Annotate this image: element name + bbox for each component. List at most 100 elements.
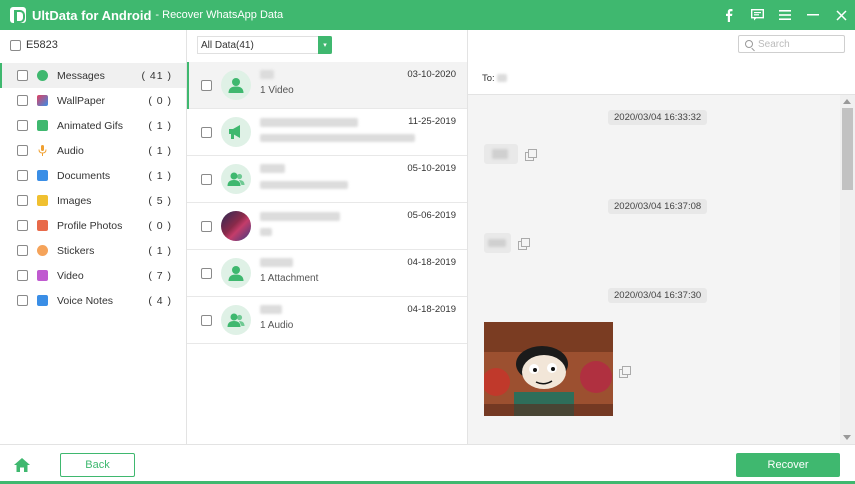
category-checkbox[interactable]: [17, 70, 28, 81]
category-checkbox[interactable]: [17, 95, 28, 106]
filter-select[interactable]: All Data(41) ▾: [197, 36, 332, 54]
recover-button[interactable]: Recover: [736, 453, 840, 477]
category-label: Profile Photos: [57, 219, 123, 232]
window-controls: [715, 0, 855, 30]
minimize-icon[interactable]: [799, 0, 827, 30]
conversation-item[interactable]: 11-25-2019: [187, 109, 467, 156]
category-count: ( 0 ): [148, 219, 172, 232]
conversation-date: 04-18-2019: [407, 304, 456, 315]
category-item-stickers[interactable]: Stickers ( 1 ): [0, 238, 186, 263]
scroll-down-icon[interactable]: [843, 435, 851, 440]
sticker-icon: [37, 245, 48, 256]
copy-icon[interactable]: [525, 149, 537, 161]
conversation-subtitle: 1 Attachment: [260, 273, 319, 284]
conversation-checkbox[interactable]: [201, 80, 212, 91]
feedback-icon[interactable]: [743, 0, 771, 30]
group-icon: [221, 305, 251, 335]
category-item-documents[interactable]: Documents ( 1 ): [0, 163, 186, 188]
message-bubble[interactable]: [484, 144, 518, 164]
category-item-wallpaper[interactable]: WallPaper ( 0 ): [0, 88, 186, 113]
search-placeholder: Search: [758, 38, 790, 50]
contact-icon: [221, 70, 251, 100]
conversation-checkbox[interactable]: [201, 268, 212, 279]
back-button[interactable]: Back: [60, 453, 135, 477]
category-item-images[interactable]: Images ( 5 ): [0, 188, 186, 213]
contact-icon: [221, 258, 251, 288]
category-checkbox[interactable]: [17, 120, 28, 131]
app-logo-icon: [10, 7, 26, 23]
facebook-icon[interactable]: [715, 0, 743, 30]
category-item-voice-notes[interactable]: Voice Notes ( 4 ): [0, 288, 186, 313]
category-checkbox[interactable]: [17, 245, 28, 256]
category-label: Audio: [57, 144, 84, 157]
image-icon: [37, 195, 48, 206]
category-list: Messages ( 41 ) WallPaper ( 0 ) Animated…: [0, 63, 186, 313]
conversation-item[interactable]: 05-10-2019: [187, 156, 467, 203]
category-item-messages[interactable]: Messages ( 41 ): [0, 63, 186, 88]
conversation-checkbox[interactable]: [201, 315, 212, 326]
conversation-item[interactable]: 04-18-2019 1 Attachment: [187, 250, 467, 297]
category-checkbox[interactable]: [17, 295, 28, 306]
category-checkbox[interactable]: [17, 195, 28, 206]
search-input[interactable]: Search: [738, 35, 845, 53]
video-icon: [37, 270, 48, 281]
scrollbar[interactable]: [840, 95, 855, 444]
category-label: Voice Notes: [57, 294, 114, 307]
conversation-subtitle: 1 Audio: [260, 320, 294, 331]
category-label: Images: [57, 194, 92, 207]
conversation-panel: All Data(41) ▾ 03-10-2020 1 Video 11-25-…: [187, 30, 468, 444]
conversation-list: 03-10-2020 1 Video 11-25-2019 05-10-2019: [187, 62, 467, 344]
video-thumbnail[interactable]: [484, 322, 613, 416]
category-count: ( 41 ): [141, 69, 172, 82]
category-label: Documents: [57, 169, 111, 182]
message-timestamp: 2020/03/04 16:37:08: [608, 199, 708, 214]
app-name: UltData for Android: [32, 7, 152, 23]
category-count: ( 4 ): [148, 294, 172, 307]
message-icon: [37, 70, 48, 81]
search-icon: [745, 40, 753, 48]
category-item-video[interactable]: Video ( 7 ): [0, 263, 186, 288]
conversation-checkbox[interactable]: [201, 127, 212, 138]
device-name: E5823: [26, 39, 58, 51]
category-label: Stickers: [57, 244, 95, 257]
category-item-animated-gifs[interactable]: Animated Gifs ( 1 ): [0, 113, 186, 138]
message-bubble[interactable]: [484, 233, 511, 253]
group-icon: [221, 164, 251, 194]
home-icon[interactable]: [13, 457, 31, 473]
category-count: ( 1 ): [148, 244, 172, 257]
category-checkbox[interactable]: [17, 270, 28, 281]
category-item-profile-photos[interactable]: Profile Photos ( 0 ): [0, 213, 186, 238]
scroll-thumb[interactable]: [842, 108, 853, 190]
close-icon[interactable]: [827, 0, 855, 30]
voice-note-icon: [37, 295, 48, 306]
conversation-item[interactable]: 05-06-2019: [187, 203, 467, 250]
conversation-date: 03-10-2020: [407, 69, 456, 80]
conversation-checkbox[interactable]: [201, 174, 212, 185]
wallpaper-icon: [37, 95, 48, 106]
message-panel: Search To: 2020/03/04 16:33:32 2020/03/0…: [468, 30, 855, 444]
copy-icon[interactable]: [518, 238, 530, 250]
recipient-row: To:: [468, 62, 855, 95]
chat-area: 2020/03/04 16:33:32 2020/03/04 16:37:08 …: [468, 95, 840, 444]
category-checkbox[interactable]: [17, 170, 28, 181]
category-label: Video: [57, 269, 84, 282]
category-panel: E5823 Messages ( 41 ) WallPaper ( 0 ) An…: [0, 30, 187, 444]
copy-icon[interactable]: [619, 366, 631, 378]
message-timestamp: 2020/03/04 16:37:30: [608, 288, 708, 303]
filter-value: All Data(41): [201, 39, 254, 51]
conversation-item[interactable]: 04-18-2019 1 Audio: [187, 297, 467, 344]
device-row[interactable]: E5823: [10, 39, 58, 51]
chevron-down-icon[interactable]: ▾: [318, 36, 332, 54]
menu-icon[interactable]: [771, 0, 799, 30]
gif-icon: [37, 120, 48, 131]
conversation-item[interactable]: 03-10-2020 1 Video: [187, 62, 467, 109]
category-item-audio[interactable]: Audio ( 1 ): [0, 138, 186, 163]
conversation-checkbox[interactable]: [201, 221, 212, 232]
category-checkbox[interactable]: [17, 220, 28, 231]
category-checkbox[interactable]: [17, 145, 28, 156]
category-label: WallPaper: [57, 94, 106, 107]
audio-icon: [37, 145, 48, 156]
scroll-up-icon[interactable]: [843, 99, 851, 104]
category-count: ( 7 ): [148, 269, 172, 282]
device-checkbox[interactable]: [10, 39, 21, 51]
